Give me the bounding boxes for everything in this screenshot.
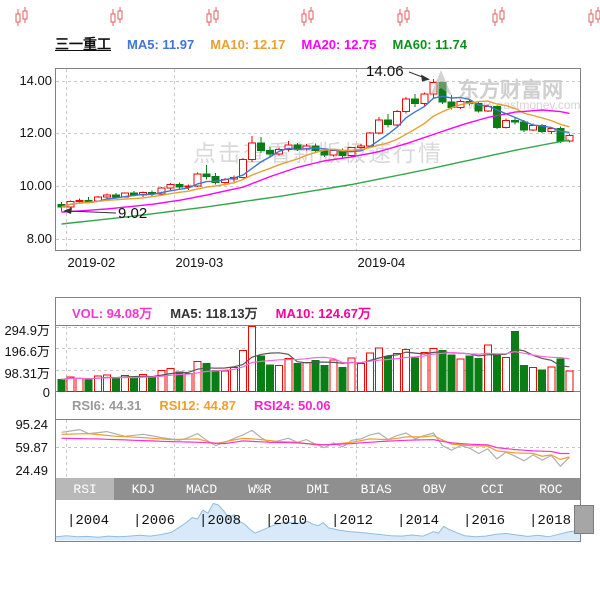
- price-tick-label: 10.00: [2, 178, 52, 193]
- chart-header: 三一重工 MA5: 11.97 MA10: 12.17 MA20: 12.75 …: [55, 35, 467, 53]
- nav-year-2010: |2010: [265, 513, 307, 529]
- rsi-panel-header: RSI6: 44.31 RSI12: 44.87 RSI24: 50.06: [72, 398, 331, 413]
- rsi6-value-label: RSI6: 44.31: [72, 398, 141, 413]
- ma60-value-label: MA60: 11.74: [393, 37, 467, 52]
- tab-wr[interactable]: W%R: [231, 478, 289, 500]
- nav-year-2008: |2008: [199, 513, 241, 529]
- mini-candle-watermarks: [16, 7, 600, 26]
- rsi12-value-label: RSI12: 44.87: [159, 398, 236, 413]
- tab-bias[interactable]: BIAS: [347, 478, 405, 500]
- price-tick-label: 8.00: [2, 231, 52, 246]
- high-annotation: 14.06: [366, 63, 404, 80]
- indicator-tabbar: RSIKDJMACDW%RDMIBIASOBVCCIROC: [56, 478, 580, 500]
- rsi-tick-label: 24.49: [0, 463, 48, 478]
- nav-year-2014: |2014: [397, 513, 439, 529]
- nav-year-2018: |2018: [529, 513, 571, 529]
- tab-roc[interactable]: ROC: [522, 478, 580, 500]
- date-tick-label: 2019-04: [358, 255, 406, 270]
- volume-panel-header: VOL: 94.08万 MA5: 118.13万 MA10: 124.67万: [72, 303, 371, 322]
- volume-tick-label: 98.31万: [0, 363, 50, 382]
- chart-canvas: [0, 0, 600, 600]
- price-tick-label: 12.00: [2, 125, 52, 140]
- stock-name-link[interactable]: 三一重工: [55, 34, 111, 54]
- nav-year-2012: |2012: [331, 513, 373, 529]
- volume-tick-label: 0: [0, 385, 50, 400]
- tab-dmi[interactable]: DMI: [289, 478, 347, 500]
- ma20-value-label: MA20: 12.75: [301, 37, 376, 52]
- tab-cci[interactable]: CCI: [464, 478, 522, 500]
- navigator-slider-handle[interactable]: [574, 505, 594, 534]
- tab-kdj[interactable]: KDJ: [114, 478, 172, 500]
- volume-tick-label: 294.9万: [0, 320, 50, 339]
- tab-macd[interactable]: MACD: [172, 478, 230, 500]
- rsi-tick-label: 95.24: [0, 417, 48, 432]
- nav-year-2016: |2016: [463, 513, 505, 529]
- tab-obv[interactable]: OBV: [405, 478, 463, 500]
- tab-rsi[interactable]: RSI: [56, 478, 114, 500]
- price-tick-label: 14.00: [2, 73, 52, 88]
- candlesticks: [58, 79, 573, 212]
- ma5-value-label: MA5: 11.97: [127, 37, 194, 52]
- volume-bars: [58, 327, 573, 392]
- rsi24-value-label: RSI24: 50.06: [254, 398, 331, 413]
- rsi-tick-label: 59.87: [0, 440, 48, 455]
- date-tick-label: 2019-03: [176, 255, 224, 270]
- volume-tick-label: 196.6万: [0, 341, 50, 360]
- date-tick-label: 2019-02: [68, 255, 116, 270]
- vol-ma10-value-label: MA10: 124.67万: [276, 303, 371, 322]
- nav-year-2006: |2006: [133, 513, 175, 529]
- low-annotation: 9.02: [118, 205, 147, 222]
- vol-ma5-value-label: MA5: 118.13万: [170, 303, 257, 322]
- nav-year-2004: |2004: [67, 513, 109, 529]
- stock-chart-widget: 点击查看新版极速行情 东方财富网 www.eastmoney.com 三一重工 …: [0, 0, 600, 600]
- vol-value-label: VOL: 94.08万: [72, 303, 152, 322]
- ma10-value-label: MA10: 12.17: [210, 37, 285, 52]
